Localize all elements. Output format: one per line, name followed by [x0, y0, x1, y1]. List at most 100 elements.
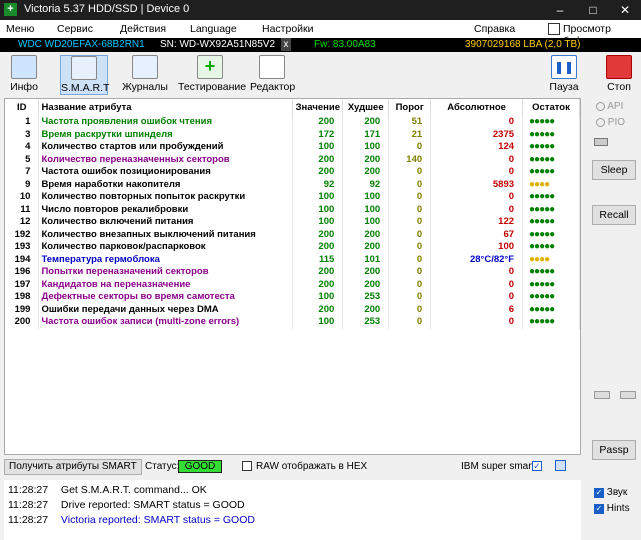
attr-name: Количество переназначенных секторов [38, 153, 294, 166]
device-bar: WDC WD20EFAX-68B2RN1 SN: WD-WX92A51N85V2… [0, 38, 641, 52]
smart-button[interactable]: S.M.A.R.T [60, 55, 110, 95]
menu-item-service[interactable]: Сервис [57, 23, 93, 35]
editor-button[interactable]: Редактор [250, 55, 295, 95]
hints-checkbox[interactable]: ✓ [594, 504, 604, 514]
table-row[interactable]: 3 Время раскрутки шпинделя 172 171 21 2375 ●●●… [5, 128, 580, 141]
info-button[interactable]: Инфо [6, 55, 42, 95]
menu-item-actions[interactable]: Действия [120, 23, 166, 35]
table-row[interactable]: 11 Число повторов рекалибровки 100 100 0 0 ●●●… [5, 203, 580, 216]
menu-item-settings[interactable]: Настройки [262, 23, 314, 35]
col-remain[interactable]: Остаток [522, 99, 580, 116]
hints-check[interactable]: ✓ Hints [594, 503, 630, 514]
get-smart-button[interactable]: Получить атрибуты SMART [4, 459, 142, 475]
attr-name: Частота ошибок записи (multi-zone errors… [38, 316, 294, 329]
table-row[interactable]: 197 Кандидатов на переназначение 200 200 0 0 ●… [5, 278, 580, 291]
recall-button[interactable]: Recall [592, 205, 636, 225]
table-row[interactable]: 12 Количество включений питания 100 100 0 122… [5, 216, 580, 229]
attr-name: Количество повторных попыток раскрутки [38, 191, 294, 204]
table-row[interactable]: 200 Частота ошибок записи (multi-zone err… [5, 316, 580, 329]
smart-label: S.M.A.R.T [61, 82, 110, 94]
attr-worst: 253 [342, 316, 390, 329]
table-row[interactable]: 199 Ошибки передачи данных через DMA 200 20… [5, 303, 580, 316]
pause-button[interactable]: ❚❚ Пауза [547, 55, 581, 95]
attr-remain: ●●●●● [522, 203, 580, 216]
col-worst[interactable]: Худшее [342, 99, 390, 116]
col-threshold[interactable]: Порог [388, 99, 432, 116]
info-label: Инфо [10, 81, 38, 93]
attr-worst: 253 [342, 291, 390, 304]
table-row[interactable]: 10 Количество повторных попыток раскрутки… [5, 191, 580, 204]
table-row[interactable]: 4 Количество стартов или пробуждений 100 10… [5, 141, 580, 154]
minimize-button[interactable]: – [545, 2, 575, 18]
status-badge: GOOD [178, 460, 222, 473]
toolbar: Инфо S.M.A.R.T Журналы + Тестирование Ре… [0, 52, 641, 96]
attr-name: Кандидатов на переназначение [38, 278, 294, 291]
table-row[interactable]: 198 Дефектные секторы во время самотеста 1… [5, 291, 580, 304]
attr-name: Время раскрутки шпинделя [38, 128, 294, 141]
col-id[interactable]: ID [5, 99, 40, 116]
attr-name: Частота ошибок позиционирования [38, 166, 294, 179]
col-name[interactable]: Название атрибута [38, 99, 294, 116]
col-raw[interactable]: Абсолютное [430, 99, 524, 116]
ibm-smart-square[interactable] [555, 460, 566, 471]
attr-raw: 122 [430, 216, 524, 229]
table-row[interactable]: 7 Частота ошибок позиционирования 200 200 0 0… [5, 166, 580, 179]
logs-button[interactable]: Журналы [122, 55, 168, 95]
sound-check[interactable]: ✓ Звук [594, 487, 627, 498]
attr-value: 200 [292, 153, 344, 166]
maximize-button[interactable]: □ [578, 2, 608, 18]
device-close-x[interactable]: x [281, 38, 291, 51]
attr-threshold: 0 [388, 216, 432, 229]
menu-item-language[interactable]: Language [190, 23, 237, 35]
attr-value: 100 [292, 216, 344, 229]
attr-worst: 200 [342, 278, 390, 291]
smart-chart-icon [71, 56, 97, 80]
attr-value: 200 [292, 303, 344, 316]
table-row[interactable]: 9 Время наработки накопителя 92 92 0 5893 ●●●● [5, 178, 580, 191]
attr-raw: 0 [430, 116, 524, 129]
menu-item-help[interactable]: Справка [474, 23, 515, 35]
attr-raw: 0 [430, 266, 524, 279]
table-row[interactable]: 196 Попытки переназначений секторов 200 200… [5, 266, 580, 279]
attr-value: 200 [292, 166, 344, 179]
attr-raw: 0 [430, 291, 524, 304]
attr-threshold: 21 [388, 128, 432, 141]
attr-remain: ●●●● [522, 178, 580, 191]
close-button[interactable]: ✕ [610, 2, 640, 18]
pause-label: Пауза [549, 81, 579, 93]
logs-label: Журналы [122, 81, 168, 93]
table-row[interactable]: 1 Частота проявления ошибок чтения 200 200 5… [5, 116, 580, 129]
editor-hex-icon [259, 55, 285, 79]
stop-button[interactable]: Стоп [602, 55, 636, 95]
api-radio[interactable]: API [596, 101, 623, 112]
attr-raw: 0 [430, 278, 524, 291]
attr-id: 5 [5, 153, 40, 166]
attr-value: 92 [292, 178, 344, 191]
passp-button[interactable]: Passp [592, 440, 636, 460]
attr-raw: 67 [430, 228, 524, 241]
table-row[interactable]: 194 Температура гермоблока 115 101 0 28°C/82°… [5, 253, 580, 266]
device-firmware: Fw: 83.00A83 [314, 39, 376, 50]
buffer-view-checkbox[interactable] [548, 23, 560, 35]
log-time: 11:28:27 [8, 499, 49, 511]
sound-checkbox[interactable]: ✓ [594, 488, 604, 498]
attr-value: 200 [292, 228, 344, 241]
col-value[interactable]: Значение [292, 99, 344, 116]
device-model[interactable]: WDC WD20EFAX-68B2RN1 [18, 38, 145, 51]
sleep-button[interactable]: Sleep [592, 160, 636, 180]
small-button-right[interactable] [620, 391, 636, 399]
attr-name: Количество внезапных выключений питания [38, 228, 294, 241]
testing-button[interactable]: + Тестирование [178, 55, 246, 95]
table-row[interactable]: 192 Количество внезапных выключений питан… [5, 228, 580, 241]
ibm-smart-checkbox[interactable]: ✓ [532, 461, 542, 471]
status-label: Статус: [145, 461, 180, 472]
pio-radio[interactable]: PIO [596, 117, 625, 128]
info-icon [11, 55, 37, 79]
small-button-left[interactable] [594, 391, 610, 399]
table-row[interactable]: 193 Количество парковок/распарковок 200 200… [5, 241, 580, 254]
table-row[interactable]: 5 Количество переназначенных секторов 200 2… [5, 153, 580, 166]
menu-item-menu[interactable]: Меню [6, 23, 34, 35]
raw-hex-checkbox[interactable] [242, 461, 252, 471]
hints-label: Hints [606, 503, 630, 514]
attr-id: 4 [5, 141, 40, 154]
